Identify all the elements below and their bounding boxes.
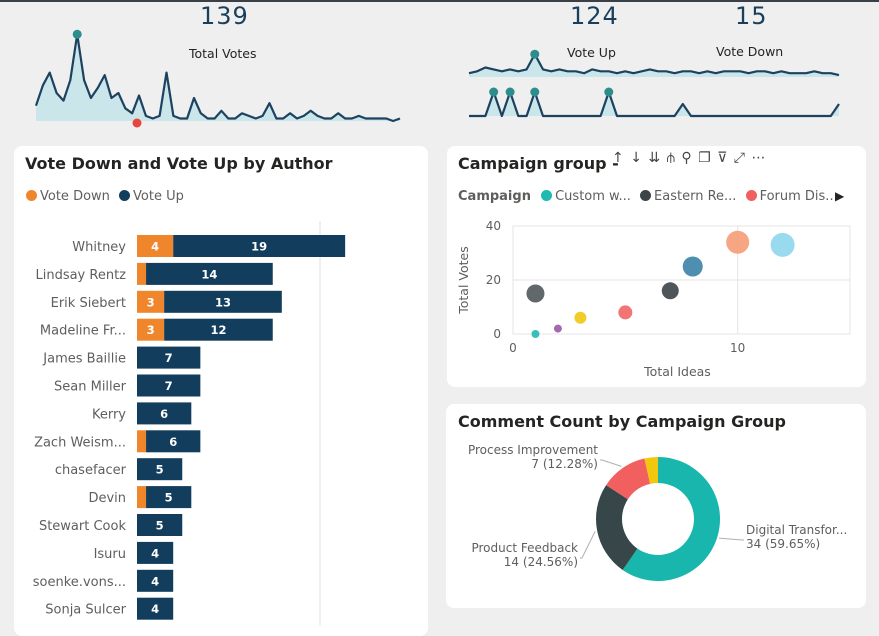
y-tick-label: Devin [88,491,126,506]
y-tick-label: soenke.vons... [33,575,126,590]
y-tick-label: Stewart Cook [39,519,127,534]
scatter-point [770,232,795,257]
y-tick-label: Sean Miller [54,380,127,395]
leader-line [600,459,622,467]
y-tick-label: Kerry [92,407,126,422]
leader-line [580,531,596,559]
slice-value-label: 7 (12.28%) [531,457,598,471]
y-tick-label: 20 [486,273,501,287]
sparkline-area [36,34,400,121]
bar-chart-card[interactable]: Vote Down and Vote Up by Author Vote Dow… [14,146,428,636]
sort-descending-icon[interactable]: ↓ [630,150,643,166]
bar-vote-down [137,486,147,509]
y-axis-label: Total Votes [456,246,471,315]
y-tick-label: Isuru [94,547,126,562]
donut-chart[interactable]: Digital Transfor...34 (59.65%) Product Fe… [446,404,866,608]
data-label: 3 [147,323,155,337]
data-label: 4 [151,602,159,616]
sparkline-marker [489,87,499,97]
visual-header-toolbar: ↑ ↓ ⇊ ⫛ ⚲ ❐ ⊽ ⤢ ⋯ [612,150,766,166]
scatter-point [661,282,679,300]
scatter-point [682,256,703,277]
scatter-point [574,311,587,324]
sparkline-area [469,92,839,116]
sparkline-marker [530,49,540,59]
data-label: 5 [165,491,173,505]
scatter-point [531,330,540,338]
scatter-point [618,305,633,320]
y-tick-label: chasefacer [55,463,127,478]
data-label: 4 [151,546,159,560]
slice-label: Digital Transfor... [746,523,847,537]
slice-value-label: 14 (24.56%) [504,555,578,569]
data-label: 4 [151,240,159,254]
slice-label: Process Improvement [468,443,598,457]
data-label: 3 [147,295,155,309]
data-label: 5 [156,519,164,533]
donut-chart-card[interactable]: Comment Count by Campaign Group Digital … [446,404,866,608]
y-tick-label: Sonja Sulcer [45,603,126,618]
data-label: 7 [165,379,173,393]
slice-value-label: 34 (59.65%) [746,537,820,551]
copy-icon[interactable]: ❐ [698,150,712,166]
vote-up-sparkline[interactable] [465,44,845,82]
x-tick-label: 10 [730,341,745,355]
vote-down-sparkline[interactable] [465,86,845,120]
sparkline-area [469,54,839,77]
total-votes-sparkline[interactable] [30,28,405,128]
y-tick-label: James Baillie [42,352,126,367]
y-tick-label: Lindsay Rentz [35,268,126,283]
x-tick-label: 0 [509,341,517,355]
vote-down-value: 15 [735,2,768,30]
sparkline-marker [530,87,540,97]
scatter-plot[interactable]: 0 20 40 0 10 Total Ideas Total Votes [447,146,866,387]
data-label: 4 [151,574,159,588]
data-label: 12 [210,323,226,337]
data-label: 13 [215,295,231,309]
leader-line [719,537,744,541]
total-votes-value: 139 [200,2,249,30]
sparkline-min-marker [132,118,142,128]
sparkline-marker [604,87,614,97]
y-tick-label: Erik Siebert [51,296,126,311]
data-label: 14 [201,267,217,281]
scatter-point [526,284,545,303]
more-options-icon[interactable]: ⋯ [751,150,766,166]
scatter-chart-card[interactable]: Campaign group - Campaign Custom w... Ea… [447,146,866,387]
bar-vote-down [137,430,147,453]
sort-ascending-icon[interactable]: ↑ [612,150,625,166]
y-tick-label: 40 [486,219,501,233]
data-label: 6 [160,407,168,421]
drill-down-icon[interactable]: ⇊ [648,150,661,166]
y-tick-label: Zach Weism... [34,435,126,450]
pin-icon[interactable]: ⚲ [681,150,692,166]
slice-label: Product Feedback [471,541,578,555]
data-label: 5 [156,463,164,477]
sparkline-line [469,90,840,118]
data-label: 19 [251,240,267,254]
donut-slice [596,485,638,570]
focus-mode-icon[interactable]: ⤢ [734,150,746,166]
sparkline-marker [72,29,82,39]
scatter-point [553,324,562,333]
bar-chart-plot[interactable]: Whitney 4 19 Lindsay Rentz 14 Erik Siebert 3 13… [14,146,428,626]
scatter-point [726,230,750,254]
expand-hierarchy-icon[interactable]: ⫛ [667,150,676,166]
bar-vote-down [137,262,147,285]
sparkline-marker [505,87,515,97]
data-label: 7 [165,351,173,365]
vote-up-value: 124 [570,2,619,30]
y-tick-label: 0 [493,327,501,341]
y-tick-label: Whitney [72,240,126,255]
filter-icon[interactable]: ⊽ [717,150,728,166]
data-label: 6 [169,435,177,449]
x-axis-label: Total Ideas [643,364,711,379]
y-tick-label: Madeline Fr... [40,324,126,339]
